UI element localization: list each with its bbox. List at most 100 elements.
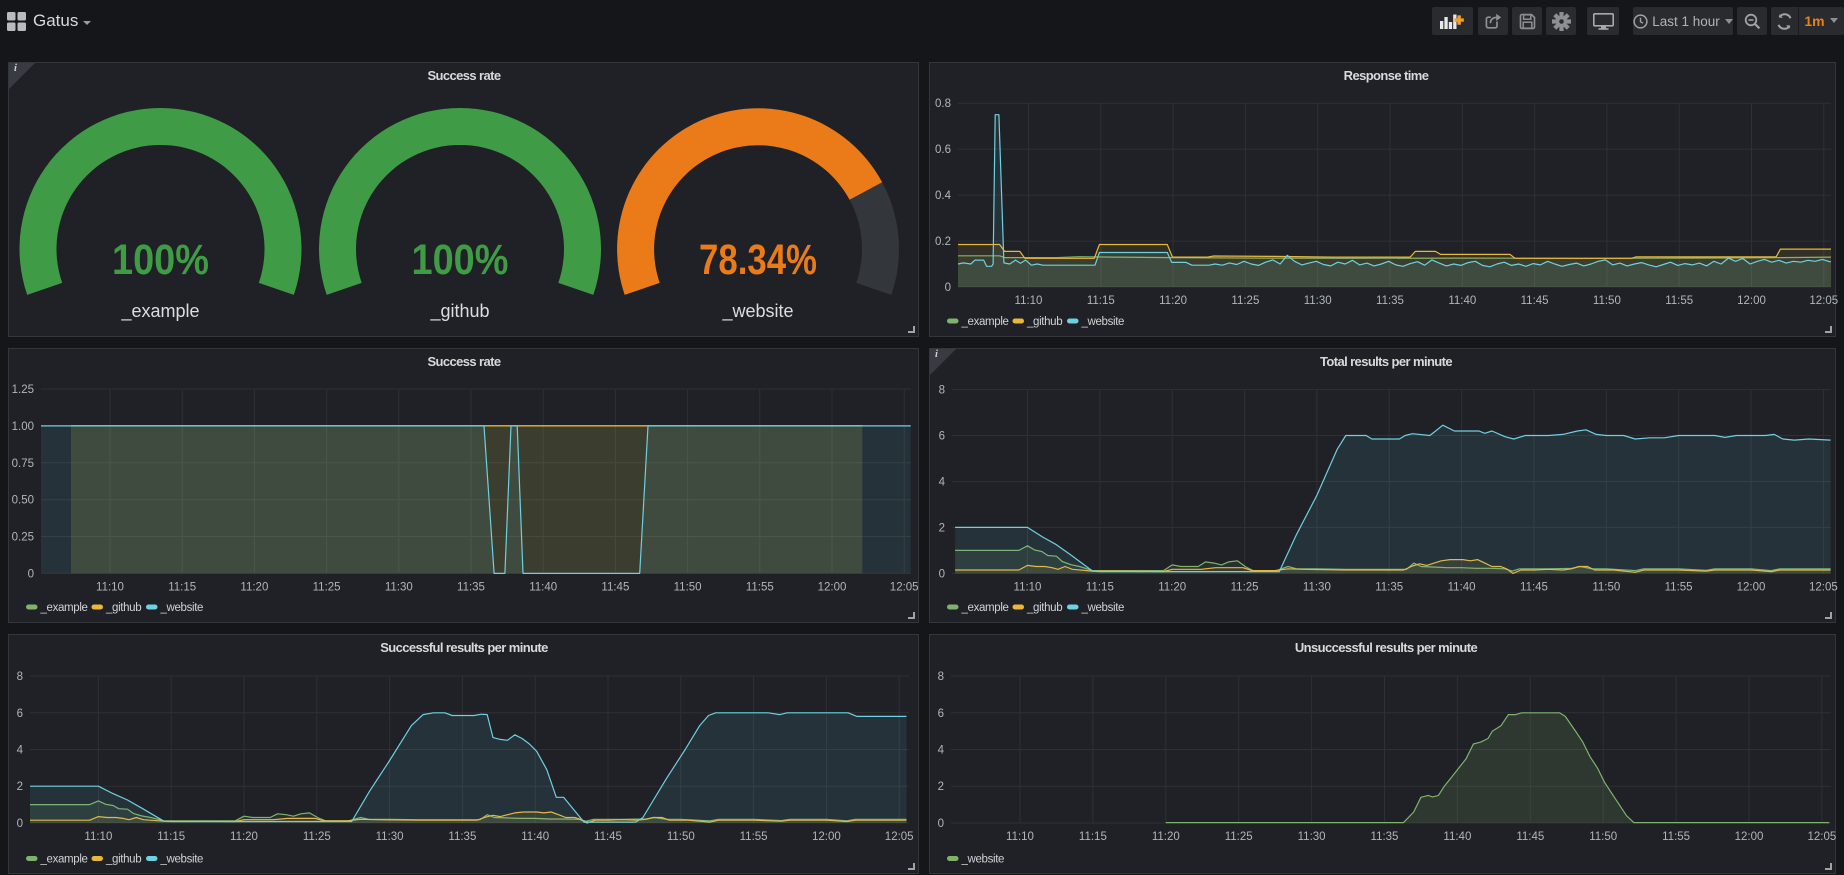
svg-text:11:35: 11:35 (457, 581, 485, 593)
svg-text:11:25: 11:25 (303, 831, 331, 843)
svg-text:11:35: 11:35 (1375, 581, 1403, 593)
svg-text:_github: _github (105, 854, 141, 866)
svg-text:11:30: 11:30 (1303, 581, 1331, 593)
svg-text:11:25: 11:25 (313, 581, 341, 593)
svg-text:11:50: 11:50 (1592, 581, 1620, 593)
svg-text:2: 2 (17, 781, 23, 793)
svg-text:11:45: 11:45 (1520, 581, 1548, 593)
svg-text:0: 0 (939, 568, 945, 580)
svg-text:11:30: 11:30 (376, 831, 404, 843)
svg-text:12:05: 12:05 (1808, 831, 1837, 843)
svg-text:2: 2 (939, 522, 945, 534)
svg-text:78.34%: 78.34% (699, 236, 817, 284)
svg-text:4: 4 (17, 745, 24, 757)
svg-text:11:45: 11:45 (1521, 295, 1549, 307)
svg-text:11:35: 11:35 (1371, 831, 1399, 843)
svg-text:11:10: 11:10 (1014, 581, 1042, 593)
svg-text:Response time: Response time (1344, 68, 1429, 83)
svg-text:11:50: 11:50 (674, 581, 702, 593)
svg-text:12:00: 12:00 (818, 581, 847, 593)
svg-text:0.8: 0.8 (935, 98, 951, 110)
svg-text:_example: _example (961, 602, 1009, 614)
svg-text:11:20: 11:20 (1158, 581, 1186, 593)
svg-text:11:55: 11:55 (740, 831, 768, 843)
svg-text:0.75: 0.75 (12, 458, 34, 470)
svg-text:11:10: 11:10 (84, 831, 112, 843)
svg-text:11:40: 11:40 (1448, 581, 1476, 593)
svg-text:11:55: 11:55 (1665, 295, 1693, 307)
svg-text:Total results per minute: Total results per minute (1320, 354, 1452, 369)
svg-text:1.00: 1.00 (12, 421, 34, 433)
svg-text:_website: _website (160, 854, 204, 866)
svg-text:12:00: 12:00 (1737, 581, 1766, 593)
svg-text:11:15: 11:15 (1086, 581, 1114, 593)
svg-text:11:55: 11:55 (1662, 831, 1690, 843)
svg-text:_github: _github (105, 602, 141, 614)
svg-text:12:05: 12:05 (885, 831, 914, 843)
svg-text:_website: _website (1081, 316, 1125, 328)
svg-text:100%: 100% (412, 236, 509, 284)
svg-text:0: 0 (28, 568, 34, 580)
svg-text:11:10: 11:10 (1015, 295, 1043, 307)
svg-text:_github: _github (1026, 602, 1062, 614)
svg-text:0: 0 (945, 282, 951, 294)
svg-text:0.4: 0.4 (935, 190, 952, 202)
svg-text:4: 4 (938, 745, 945, 757)
svg-text:_website: _website (961, 854, 1005, 866)
svg-text:Unsuccessful results per minut: Unsuccessful results per minute (1295, 640, 1478, 655)
svg-text:_website: _website (1081, 602, 1125, 614)
svg-text:6: 6 (939, 431, 945, 443)
svg-text:11:45: 11:45 (601, 581, 629, 593)
svg-text:11:55: 11:55 (746, 581, 774, 593)
svg-text:0.6: 0.6 (935, 144, 951, 156)
svg-text:11:45: 11:45 (594, 831, 622, 843)
svg-text:11:10: 11:10 (1006, 831, 1034, 843)
svg-text:8: 8 (938, 671, 944, 683)
svg-text:_website: _website (160, 602, 204, 614)
svg-text:11:40: 11:40 (521, 831, 549, 843)
svg-text:1.25: 1.25 (12, 384, 34, 396)
svg-text:12:05: 12:05 (1809, 295, 1838, 307)
svg-text:Success rate: Success rate (427, 354, 500, 369)
svg-text:11:40: 11:40 (529, 581, 557, 593)
svg-text:11:50: 11:50 (667, 831, 695, 843)
svg-text:11:25: 11:25 (1225, 831, 1253, 843)
svg-text:_example: _example (961, 316, 1009, 328)
svg-text:11:30: 11:30 (1304, 295, 1332, 307)
svg-text:11:35: 11:35 (1376, 295, 1404, 307)
svg-text:6: 6 (938, 708, 944, 720)
svg-text:12:00: 12:00 (812, 831, 841, 843)
svg-text:11:50: 11:50 (1593, 295, 1621, 307)
svg-text:Successful results per minute: Successful results per minute (380, 640, 548, 655)
svg-text:11:20: 11:20 (240, 581, 268, 593)
svg-text:_github: _github (429, 301, 489, 322)
svg-text:11:15: 11:15 (1087, 295, 1115, 307)
svg-text:11:30: 11:30 (385, 581, 413, 593)
svg-text:12:05: 12:05 (1809, 581, 1838, 593)
svg-text:11:55: 11:55 (1665, 581, 1693, 593)
svg-text:8: 8 (17, 671, 23, 683)
svg-text:_github: _github (1026, 316, 1062, 328)
svg-text:11:15: 11:15 (157, 831, 185, 843)
svg-text:11:25: 11:25 (1231, 581, 1259, 593)
svg-text:0.2: 0.2 (935, 236, 951, 248)
svg-text:4: 4 (939, 477, 946, 489)
svg-text:12:00: 12:00 (1735, 831, 1764, 843)
svg-text:11:30: 11:30 (1298, 831, 1326, 843)
svg-text:_example: _example (120, 301, 199, 322)
svg-text:12:00: 12:00 (1737, 295, 1766, 307)
svg-text:11:40: 11:40 (1448, 295, 1476, 307)
svg-text:Success rate: Success rate (427, 68, 500, 83)
svg-text:11:20: 11:20 (1159, 295, 1187, 307)
svg-text:11:15: 11:15 (168, 581, 196, 593)
svg-text:11:40: 11:40 (1443, 831, 1471, 843)
svg-text:100%: 100% (112, 236, 209, 284)
svg-text:_example: _example (40, 602, 88, 614)
svg-text:12:05: 12:05 (890, 581, 919, 593)
svg-text:11:50: 11:50 (1589, 831, 1617, 843)
svg-text:2: 2 (938, 781, 944, 793)
svg-text:_website: _website (721, 301, 793, 322)
svg-text:11:25: 11:25 (1231, 295, 1259, 307)
svg-text:0: 0 (17, 818, 23, 830)
svg-text:0.50: 0.50 (12, 495, 34, 507)
